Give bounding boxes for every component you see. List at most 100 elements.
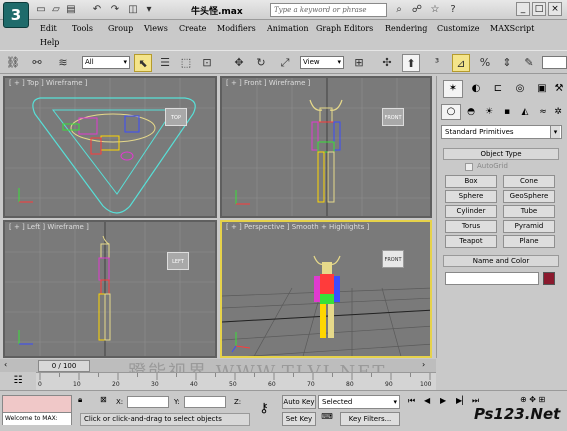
pivot-center-icon[interactable]: ⊞ xyxy=(350,54,368,72)
binoculars-icon[interactable]: ⌕ xyxy=(392,3,406,16)
keyboard-shortcut-override-icon[interactable]: ⬆ xyxy=(402,54,420,72)
new-file-icon[interactable]: ▭ xyxy=(34,3,48,16)
close-button[interactable]: × xyxy=(548,2,562,16)
sphere-button[interactable]: Sphere xyxy=(445,190,497,203)
viewport-left[interactable]: [ + ] Left ] Wireframe ] LEFT xyxy=(3,220,217,358)
hold-icon[interactable]: ◫ xyxy=(126,3,140,16)
viewport-perspective[interactable]: [ + ] Perspective ] Smooth + Highlights … xyxy=(220,220,432,358)
utilities-tab-icon[interactable]: ⚒ xyxy=(551,80,567,98)
viewport-top[interactable]: [ + ] Top ] Wireframe ] TOP xyxy=(3,76,217,218)
save-file-icon[interactable]: ▤ xyxy=(64,3,78,16)
menu-edit[interactable]: Edit xyxy=(40,24,57,33)
key-mode-dropdown[interactable]: Selected ▾ xyxy=(318,395,400,409)
play-icon[interactable]: ▶ xyxy=(440,396,452,408)
geosphere-button[interactable]: GeoSphere xyxy=(503,190,555,203)
move-icon[interactable]: ✥ xyxy=(230,54,248,72)
select-by-name-icon[interactable]: ☰ xyxy=(156,54,174,72)
menu-group[interactable]: Group xyxy=(108,24,133,33)
y-coordinate-field[interactable] xyxy=(184,396,226,408)
viewport-front[interactable]: [ + ] Front ] Wireframe ] FRONT xyxy=(220,76,432,218)
search-input[interactable]: Type a keyword or phrase xyxy=(270,3,387,17)
minimize-button[interactable]: _ xyxy=(516,2,530,16)
communication-center-icon[interactable]: ☍ xyxy=(410,3,424,16)
bind-space-warp-icon[interactable]: ≋ xyxy=(54,54,72,72)
favorites-icon[interactable]: ☆ xyxy=(428,3,442,16)
go-to-start-icon[interactable]: ⏮ xyxy=(408,396,420,408)
teapot-button[interactable]: Teapot xyxy=(445,235,497,248)
object-color-swatch[interactable] xyxy=(543,272,555,285)
viewcube-left[interactable]: LEFT xyxy=(167,252,189,270)
menu-rendering[interactable]: Rendering xyxy=(385,24,427,33)
scale-icon[interactable]: ⤢ xyxy=(276,54,294,72)
previous-frame-icon[interactable]: ◀ xyxy=(424,396,436,408)
select-manipulate-icon[interactable]: ✣ xyxy=(378,54,396,72)
menu-tools[interactable]: Tools xyxy=(72,24,93,33)
object-type-rollout-header[interactable]: Object Type xyxy=(443,148,559,160)
help-icon[interactable]: ? xyxy=(446,3,460,16)
hierarchy-tab-icon[interactable]: ⊏ xyxy=(489,80,507,98)
percent-snap-icon[interactable]: % xyxy=(476,54,494,72)
viewcube-perspective[interactable]: FRONT xyxy=(382,250,404,268)
lock-icon[interactable]: 🔒︎ xyxy=(78,395,88,407)
selection-filter-dropdown[interactable]: All ▾ xyxy=(82,56,130,69)
menu-modifiers[interactable]: Modifiers xyxy=(217,24,256,33)
redo-icon[interactable]: ↷ xyxy=(108,3,122,16)
set-key-button[interactable]: Set Key xyxy=(282,412,316,426)
helpers-icon[interactable]: ◭ xyxy=(517,104,533,120)
systems-icon[interactable]: ✲ xyxy=(551,104,565,120)
cameras-icon[interactable]: ▪ xyxy=(499,104,515,120)
named-selection-icon[interactable]: ✎ xyxy=(520,54,538,72)
menu-maxscript[interactable]: MAXScript xyxy=(490,24,534,33)
rotate-icon[interactable]: ↻ xyxy=(252,54,270,72)
menu-views[interactable]: Views xyxy=(144,24,168,33)
geometry-icon[interactable]: ○ xyxy=(441,104,461,120)
torus-button[interactable]: Torus xyxy=(445,220,497,233)
time-slider-thumb[interactable]: 0 / 100 xyxy=(38,360,90,372)
menu-customize[interactable]: Customize xyxy=(437,24,480,33)
unlink-icon[interactable]: ⚯ xyxy=(28,54,46,72)
shapes-icon[interactable]: ◓ xyxy=(463,104,479,120)
chevron-left-icon[interactable]: ‹ xyxy=(4,360,14,372)
cone-button[interactable]: Cone xyxy=(503,175,555,188)
track-bar[interactable]: 0 10 20 30 40 50 60 70 80 90 100 xyxy=(36,372,436,390)
reference-coordinate-dropdown[interactable]: View ▾ xyxy=(300,56,344,69)
pyramid-button[interactable]: Pyramid xyxy=(503,220,555,233)
modify-tab-icon[interactable]: ◐ xyxy=(467,80,485,98)
named-selection-sets-dropdown[interactable] xyxy=(542,56,567,69)
project-folder-icon[interactable]: ▾ xyxy=(142,3,156,16)
viewcube-front[interactable]: FRONT xyxy=(382,108,404,126)
object-name-field[interactable] xyxy=(445,272,539,285)
app-logo-button[interactable]: 3 xyxy=(3,2,29,28)
tube-button[interactable]: Tube xyxy=(503,205,555,218)
menu-animation[interactable]: Animation xyxy=(267,24,309,33)
x-coordinate-field[interactable] xyxy=(127,396,169,408)
box-button[interactable]: Box xyxy=(445,175,497,188)
autogrid-checkbox[interactable] xyxy=(465,163,473,171)
menu-graph-editors[interactable]: Graph Editors xyxy=(316,24,373,33)
motion-tab-icon[interactable]: ◎ xyxy=(511,80,529,98)
link-icon[interactable]: ⛓ xyxy=(4,54,22,72)
undo-icon[interactable]: ↶ xyxy=(90,3,104,16)
spinner-snap-icon[interactable]: ⇕ xyxy=(498,54,516,72)
key-icon[interactable]: ⚷ xyxy=(252,399,276,419)
menu-create[interactable]: Create xyxy=(179,24,206,33)
cylinder-button[interactable]: Cylinder xyxy=(445,205,497,218)
auto-key-button[interactable]: Auto Key xyxy=(282,395,316,409)
viewcube-top[interactable]: TOP xyxy=(165,108,187,126)
snaps-toggle-icon[interactable]: ³ xyxy=(428,54,446,72)
rectangular-selection-icon[interactable]: ⬚ xyxy=(177,54,195,72)
selection-lock-icon[interactable]: ⊠ xyxy=(100,395,110,407)
primitive-type-dropdown[interactable]: Standard Primitives ▾ xyxy=(441,125,562,139)
keyboard-icon[interactable]: ⌨ xyxy=(318,412,336,426)
trackbar-toggle-icon[interactable]: ☷ xyxy=(0,372,36,390)
open-file-icon[interactable]: ▱ xyxy=(49,3,63,16)
window-crossing-icon[interactable]: ⊡ xyxy=(198,54,216,72)
maxscript-listener[interactable]: Welcome to MAX: xyxy=(2,395,72,425)
plane-button[interactable]: Plane xyxy=(503,235,555,248)
menu-help[interactable]: Help xyxy=(40,38,59,47)
display-tab-icon[interactable]: ▣ xyxy=(533,80,551,98)
lights-icon[interactable]: ☀ xyxy=(481,104,497,120)
select-object-icon[interactable]: ⬉ xyxy=(134,54,152,72)
name-color-rollout-header[interactable]: Name and Color xyxy=(443,255,559,267)
angle-snap-icon[interactable]: ⊿ xyxy=(452,54,470,72)
